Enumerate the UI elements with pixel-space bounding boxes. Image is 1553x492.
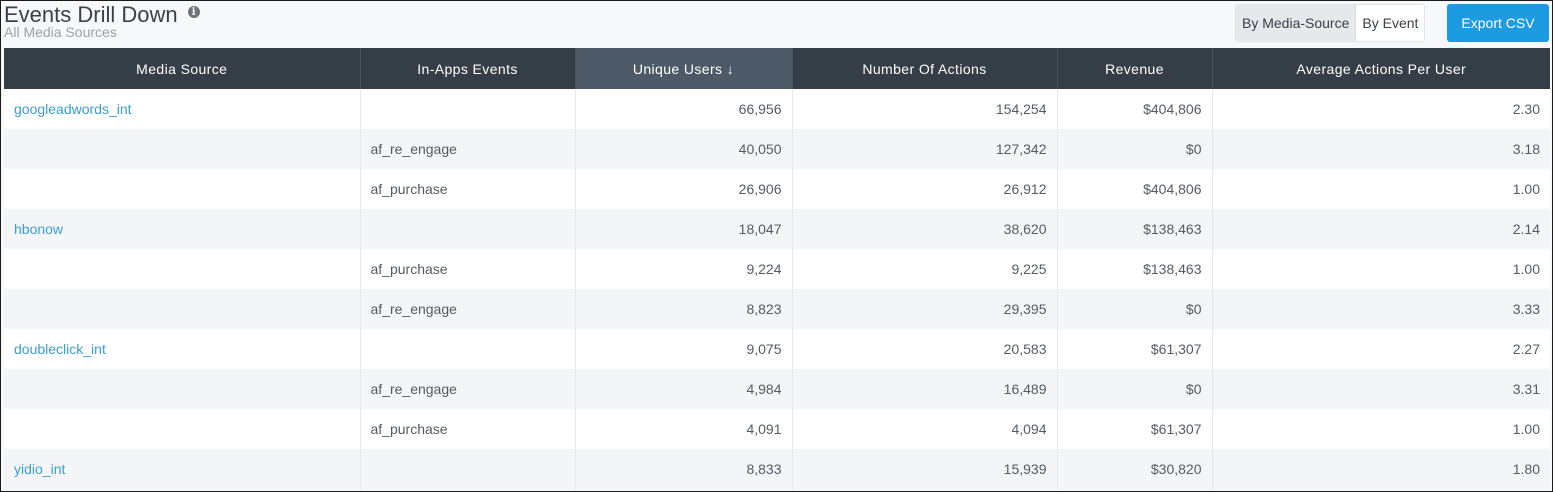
unique-users-cell: 18,047: [575, 209, 793, 249]
column-header-number-of-actions[interactable]: Number Of Actions: [792, 48, 1058, 89]
actions-cell: 20,583: [792, 329, 1058, 369]
avg-actions-cell: 2.30: [1212, 89, 1550, 129]
event-cell: af_re_engage: [360, 289, 576, 329]
revenue-cell: $138,463: [1057, 249, 1213, 289]
actions-cell: 154,254: [792, 89, 1058, 129]
revenue-cell: $61,307: [1057, 329, 1213, 369]
media-source-cell: [4, 409, 361, 449]
unique-users-cell: 66,956: [575, 89, 793, 129]
table-row: doubleclick_int 9,075 20,583 $61,307 2.2…: [4, 329, 1550, 369]
revenue-cell: $404,806: [1057, 169, 1213, 209]
by-event-button[interactable]: By Event: [1356, 5, 1424, 41]
column-header-average-actions-per-user[interactable]: Average Actions Per User: [1212, 48, 1550, 89]
revenue-cell: $0: [1057, 369, 1213, 409]
view-toggle-group: By Media-Source By Event: [1235, 4, 1426, 42]
event-cell: af_re_engage: [360, 129, 576, 169]
export-csv-button[interactable]: Export CSV: [1447, 4, 1549, 42]
revenue-cell: $61,307: [1057, 409, 1213, 449]
actions-cell: 4,094: [792, 409, 1058, 449]
table-row: yidio_int 8,833 15,939 $30,820 1.80: [4, 449, 1550, 489]
event-cell: [360, 329, 576, 369]
media-source-cell: [4, 169, 361, 209]
by-media-source-button[interactable]: By Media-Source: [1236, 5, 1357, 41]
event-cell: af_re_engage: [360, 369, 576, 409]
actions-cell: 38,620: [792, 209, 1058, 249]
column-header-in-apps-events[interactable]: In-Apps Events: [360, 48, 576, 89]
info-icon[interactable]: i: [187, 6, 200, 18]
actions-cell: 26,912: [792, 169, 1058, 209]
table-row: af_re_engage 4,984 16,489 $0 3.31: [4, 369, 1550, 409]
unique-users-cell: 8,823: [575, 289, 793, 329]
table-row: af_purchase 26,906 26,912 $404,806 1.00: [4, 169, 1550, 209]
media-source-link[interactable]: doubleclick_int: [14, 341, 106, 357]
media-source-cell: [4, 249, 361, 289]
revenue-cell: $138,463: [1057, 209, 1213, 249]
column-header-unique-users[interactable]: Unique Users ↓: [575, 48, 793, 89]
revenue-cell: $404,806: [1057, 89, 1213, 129]
media-source-cell: [4, 289, 361, 329]
actions-cell: 29,395: [792, 289, 1058, 329]
title-block: Events Drill Down i All Media Sources: [4, 2, 200, 39]
table-row: af_purchase 4,091 4,094 $61,307 1.00: [4, 409, 1550, 449]
avg-actions-cell: 2.14: [1212, 209, 1550, 249]
unique-users-cell: 26,906: [575, 169, 793, 209]
actions-cell: 9,225: [792, 249, 1058, 289]
column-header-media-source[interactable]: Media Source: [4, 48, 361, 89]
actions-cell: 15,939: [792, 449, 1058, 489]
events-table: Media Source In-Apps Events Unique Users…: [4, 48, 1550, 489]
events-table-container: Media Source In-Apps Events Unique Users…: [4, 48, 1550, 491]
table-row: googleadwords_int 66,956 154,254 $404,80…: [4, 89, 1550, 129]
table-row: af_re_engage 8,823 29,395 $0 3.33: [4, 289, 1550, 329]
event-cell: af_purchase: [360, 249, 576, 289]
event-cell: [360, 89, 576, 129]
avg-actions-cell: 1.00: [1212, 409, 1550, 449]
column-header-revenue[interactable]: Revenue: [1057, 48, 1213, 89]
unique-users-cell: 9,075: [575, 329, 793, 369]
avg-actions-cell: 2.27: [1212, 329, 1550, 369]
event-cell: af_purchase: [360, 409, 576, 449]
media-source-cell: googleadwords_int: [4, 89, 361, 129]
avg-actions-cell: 3.31: [1212, 369, 1550, 409]
media-source-cell: [4, 129, 361, 169]
table-row: af_re_engage 40,050 127,342 $0 3.18: [4, 129, 1550, 169]
avg-actions-cell: 1.80: [1212, 449, 1550, 489]
revenue-cell: $0: [1057, 129, 1213, 169]
media-source-cell: hbonow: [4, 209, 361, 249]
media-source-cell: [4, 369, 361, 409]
events-drill-down-panel: Events Drill Down i All Media Sources By…: [0, 0, 1553, 492]
media-source-cell: doubleclick_int: [4, 329, 361, 369]
table-row: hbonow 18,047 38,620 $138,463 2.14: [4, 209, 1550, 249]
unique-users-cell: 40,050: [575, 129, 793, 169]
event-cell: [360, 209, 576, 249]
revenue-cell: $30,820: [1057, 449, 1213, 489]
media-source-link[interactable]: hbonow: [14, 221, 63, 237]
media-source-link[interactable]: yidio_int: [14, 461, 65, 477]
actions-cell: 127,342: [792, 129, 1058, 169]
unique-users-cell: 8,833: [575, 449, 793, 489]
table-row: af_purchase 9,224 9,225 $138,463 1.00: [4, 249, 1550, 289]
media-source-cell: yidio_int: [4, 449, 361, 489]
avg-actions-cell: 1.00: [1212, 249, 1550, 289]
event-cell: [360, 449, 576, 489]
unique-users-cell: 4,984: [575, 369, 793, 409]
unique-users-cell: 9,224: [575, 249, 793, 289]
actions-cell: 16,489: [792, 369, 1058, 409]
event-cell: af_purchase: [360, 169, 576, 209]
revenue-cell: $0: [1057, 289, 1213, 329]
avg-actions-cell: 3.18: [1212, 129, 1550, 169]
avg-actions-cell: 1.00: [1212, 169, 1550, 209]
media-source-link[interactable]: googleadwords_int: [14, 101, 132, 117]
unique-users-cell: 4,091: [575, 409, 793, 449]
avg-actions-cell: 3.33: [1212, 289, 1550, 329]
table-header-row: Media Source In-Apps Events Unique Users…: [4, 48, 1550, 89]
